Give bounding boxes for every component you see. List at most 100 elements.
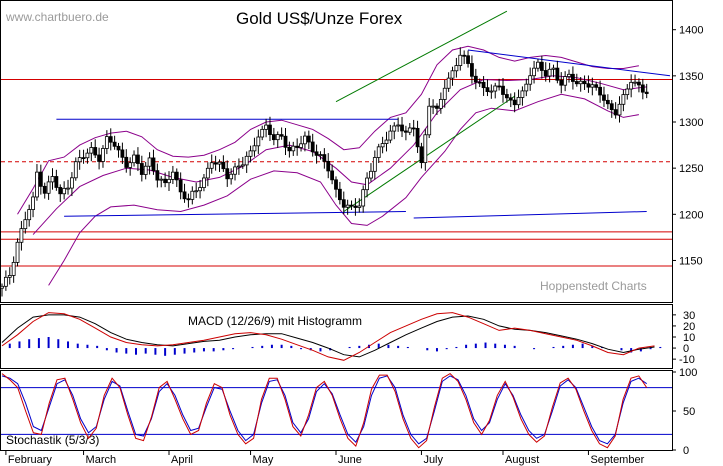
candle-body (427, 105, 432, 136)
candle-body (85, 152, 90, 159)
candle-body (594, 84, 599, 88)
candle-body (415, 127, 420, 148)
candle-body (345, 204, 350, 208)
candle-body (504, 94, 509, 99)
candle-body (151, 157, 156, 172)
candle-body (50, 176, 55, 183)
candle-body (543, 70, 548, 77)
candle-body (384, 139, 389, 144)
trendline-2 (413, 211, 647, 219)
price-tick-label: 1250 (679, 163, 703, 175)
candle-body (446, 77, 451, 89)
candle-body (365, 177, 369, 191)
candle-body (11, 261, 16, 276)
candle-body (174, 171, 179, 181)
stochastic-title: Stochastik (5/3/3) (6, 433, 99, 447)
candle-body (194, 190, 199, 193)
candle-body (431, 105, 435, 108)
candle-body (450, 70, 455, 79)
candle-body (322, 154, 327, 162)
candle-body (291, 145, 296, 152)
candle-body (404, 130, 408, 133)
candle-body (275, 134, 280, 141)
candle-body (547, 68, 552, 77)
candle-body (124, 156, 129, 168)
candle-body (337, 188, 342, 201)
candle-body (244, 155, 249, 166)
candle-body (104, 136, 109, 149)
candle-body (551, 67, 556, 70)
candle-body (170, 171, 175, 180)
stochastic-tick-label: 100 (679, 367, 697, 379)
candle-body (15, 241, 20, 263)
candle-body (473, 75, 478, 83)
candle-body (493, 85, 498, 92)
macd-tick-label: -10 (679, 354, 695, 366)
candle-body (567, 73, 571, 77)
candle-body (240, 164, 245, 167)
candle-body (501, 85, 505, 95)
candle-body (31, 196, 35, 210)
candle-body (508, 97, 513, 101)
candle-body (93, 147, 98, 156)
candle-body (314, 151, 319, 156)
candle-body (330, 170, 335, 181)
candle-body (139, 163, 144, 175)
month-label: August (505, 454, 539, 466)
candle-body (532, 67, 536, 77)
candle-body (112, 141, 117, 147)
candle-body (598, 86, 602, 96)
candle-body (326, 160, 331, 172)
candle-body (353, 205, 358, 208)
candle-body (454, 65, 459, 72)
candle-body (101, 148, 105, 162)
candle-body (609, 103, 614, 111)
candle-body (361, 189, 366, 207)
month-label: April (171, 454, 193, 466)
candle-body (516, 97, 521, 106)
candle-body (229, 173, 234, 180)
candle-body (629, 81, 634, 90)
candle-body (481, 81, 486, 89)
candle-body (0, 285, 4, 289)
candle-body (578, 80, 583, 85)
candle-body (438, 99, 443, 109)
candle-body (38, 171, 43, 187)
candle-body (167, 178, 171, 184)
candle-body (637, 81, 641, 86)
candle-body (132, 154, 136, 164)
candle-body (528, 75, 533, 85)
candle-body (357, 205, 362, 208)
month-label: July (423, 454, 443, 466)
candle-body (563, 76, 568, 86)
candle-body (341, 199, 346, 208)
candle-body (128, 162, 133, 168)
candle-body (66, 187, 70, 190)
candle-body (613, 109, 618, 116)
candle-body (202, 177, 206, 188)
candle-body (159, 178, 164, 181)
candle-body (209, 162, 214, 169)
candle-body (252, 145, 257, 152)
candle-body (582, 80, 587, 85)
candle-body (19, 228, 24, 243)
candle-body (58, 187, 63, 195)
candle-body (310, 141, 315, 153)
price-tick-label: 1150 (679, 255, 703, 267)
price-tick-label: 1350 (679, 71, 703, 83)
candle-body (295, 145, 300, 148)
candle-body (155, 170, 160, 181)
price-tick-label: 1400 (679, 25, 703, 37)
price-tick-label: 1200 (679, 209, 703, 221)
candle-body (571, 73, 575, 82)
candle-body (349, 204, 354, 207)
candle-body (396, 124, 401, 127)
candle-body (376, 146, 381, 158)
candle-body (470, 63, 474, 77)
candle-body (303, 135, 307, 145)
candle-body (213, 162, 218, 165)
candle-body (621, 94, 626, 105)
candle-body (555, 67, 560, 81)
month-label: September (590, 454, 644, 466)
candle-body (419, 146, 424, 164)
